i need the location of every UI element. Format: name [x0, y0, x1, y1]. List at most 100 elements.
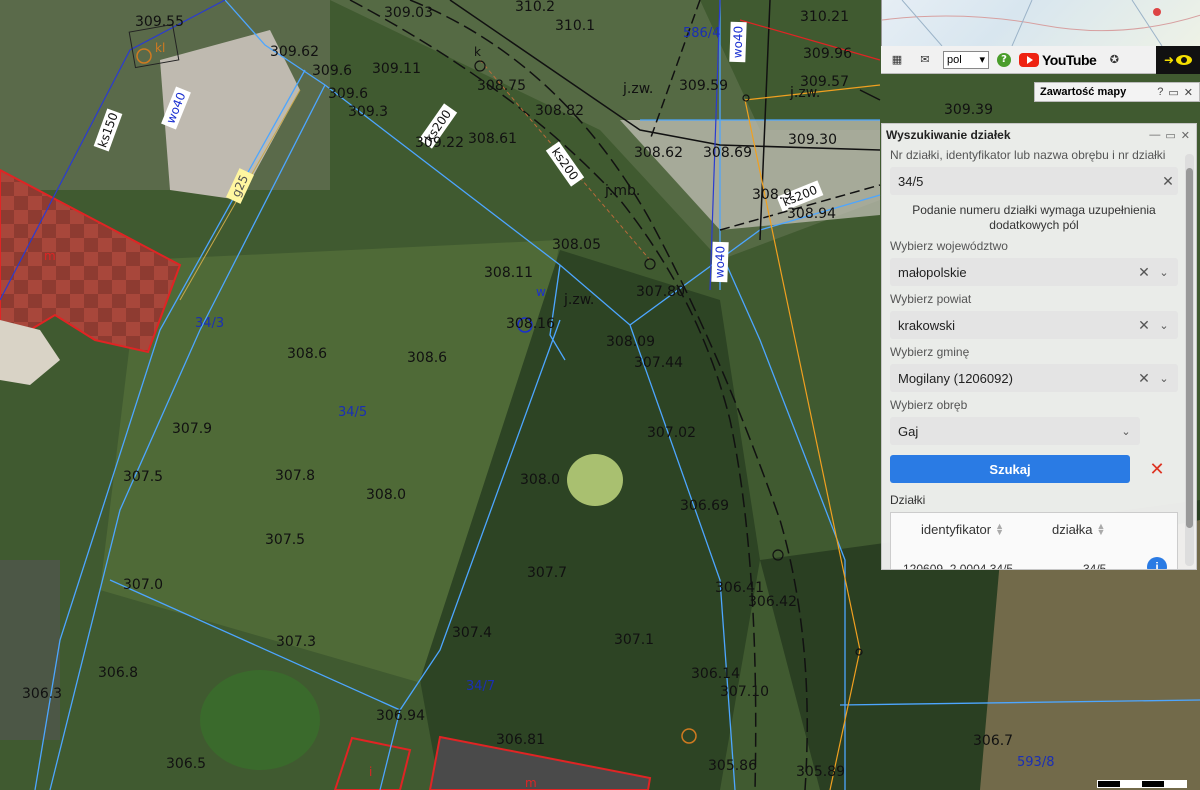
- search-input-value: 34/5: [898, 173, 924, 189]
- county-select[interactable]: krakowski ✕ ⌄: [890, 311, 1178, 339]
- elevation-label: 308.09: [606, 334, 655, 350]
- chevron-down-icon[interactable]: ⌄: [1154, 372, 1178, 385]
- help-icon[interactable]: ?: [1157, 86, 1163, 99]
- help-icon[interactable]: ?: [997, 52, 1011, 67]
- clear-selection-icon[interactable]: ✕: [1134, 317, 1154, 334]
- precinct-select[interactable]: Gaj ⌄: [890, 417, 1140, 445]
- elevation-label: 310.1: [555, 18, 595, 34]
- elevation-label: 309.3: [348, 104, 388, 120]
- parcel-number-label[interactable]: 34/7: [466, 679, 495, 694]
- overview-minimap[interactable]: [881, 0, 1200, 46]
- voivodeship-select[interactable]: małopolskie ✕ ⌄: [890, 258, 1178, 286]
- row-parcel: 34/5: [1083, 562, 1107, 570]
- panel-scrollbar[interactable]: [1185, 154, 1194, 566]
- elevation-label: 307.8: [275, 468, 315, 484]
- sms-icon[interactable]: ✉: [915, 51, 935, 69]
- scrollbar-thumb[interactable]: [1186, 168, 1193, 528]
- commune-label: Wybierz gminę: [890, 345, 970, 359]
- calculator-icon[interactable]: ▦: [887, 51, 907, 69]
- accessibility-icon[interactable]: ✪: [1104, 51, 1124, 69]
- elevation-label: 305.86: [708, 758, 757, 774]
- label-jmb: j.mb.: [604, 183, 640, 199]
- row-identifier: 120609_2.0004.34/5: [903, 562, 1014, 570]
- chevron-down-icon[interactable]: ⌄: [1154, 266, 1178, 279]
- elevation-label: 309.59: [679, 78, 728, 94]
- elevation-label: 308.11: [484, 265, 533, 281]
- parcel-number-label[interactable]: 593/8: [1017, 755, 1054, 770]
- info-icon[interactable]: i: [1147, 557, 1167, 569]
- eye-icon: [1176, 55, 1193, 65]
- close-icon[interactable]: ✕: [1181, 129, 1190, 142]
- elevation-label: 307.0: [123, 577, 163, 593]
- chevron-down-icon[interactable]: ⌄: [1154, 319, 1178, 332]
- minimize-icon[interactable]: —: [1149, 129, 1160, 142]
- elevation-label: 309.96: [803, 46, 852, 62]
- close-icon[interactable]: ✕: [1184, 86, 1193, 99]
- clear-selection-icon[interactable]: ✕: [1134, 370, 1154, 387]
- arrow-right-icon: ➜: [1163, 53, 1175, 67]
- elevation-label: 307.1: [614, 632, 654, 648]
- precinct-label: Wybierz obręb: [890, 398, 968, 412]
- parcel-number-label[interactable]: 586/4: [683, 26, 720, 41]
- label-jzw: j.zw.: [563, 292, 594, 308]
- panel-header[interactable]: Wyszukiwanie działek — ▭ ✕: [882, 124, 1196, 146]
- elevation-label: 306.3: [22, 686, 62, 702]
- minimap-location-marker: [1153, 8, 1161, 16]
- parcel-number-label[interactable]: 34/3: [195, 316, 224, 331]
- elevation-label: 308.94: [787, 206, 836, 222]
- clear-form-button[interactable]: ✕: [1142, 455, 1172, 483]
- column-header-parcel[interactable]: działka ▲ ▼: [1052, 522, 1105, 537]
- shrub: [567, 454, 623, 506]
- youtube-label: YouTube: [1042, 51, 1097, 68]
- elevation-label: 307.3: [276, 634, 316, 650]
- precinct-value: Gaj: [898, 423, 919, 439]
- elevation-label: 309.62: [270, 44, 319, 60]
- search-label: Nr działki, identyfikator lub nazwa obrę…: [890, 148, 1166, 162]
- map-contents-panel-header[interactable]: Zawartość mapy ? ▭ ✕: [1034, 82, 1200, 102]
- elevation-label: 306.81: [496, 732, 545, 748]
- youtube-link[interactable]: YouTube: [1019, 51, 1097, 68]
- elevation-label: 308.9: [752, 187, 792, 203]
- elevation-label: 307.4: [452, 625, 492, 641]
- table-row[interactable]: 120609_2.0004.34/5 34/5 i: [891, 557, 1177, 570]
- elevation-label: 307.10: [720, 684, 769, 700]
- elevation-label: 308.16: [506, 316, 555, 332]
- elevation-label: 309.11: [372, 61, 421, 77]
- elevation-label: 308.62: [634, 145, 683, 161]
- clear-input-icon[interactable]: ✕: [1158, 173, 1178, 190]
- youtube-icon: [1019, 52, 1039, 67]
- language-select[interactable]: pol ▾: [943, 50, 989, 69]
- commune-select[interactable]: Mogilany (1206092) ✕ ⌄: [890, 364, 1178, 392]
- language-value: pol: [947, 53, 962, 66]
- label-kl: kl: [155, 41, 165, 55]
- map-toolbar: ▦ ✉ pol ▾ ? YouTube ✪ ➜: [881, 46, 1200, 74]
- parcel-number-label[interactable]: 34/5: [338, 405, 367, 420]
- elevation-label: 308.69: [703, 145, 752, 161]
- elevation-label: 305.89: [796, 764, 845, 780]
- scale-bar: [1097, 780, 1187, 788]
- elevation-label: 307.44: [634, 355, 683, 371]
- elevation-label: 308.6: [287, 346, 327, 362]
- elevation-label: 308.75: [477, 78, 526, 94]
- parcel-search-input[interactable]: 34/5 ✕: [890, 167, 1178, 195]
- elevation-label: 308.6: [407, 350, 447, 366]
- search-button[interactable]: Szukaj: [890, 455, 1130, 483]
- elevation-label: 306.7: [973, 733, 1013, 749]
- elevation-label: 306.94: [376, 708, 425, 724]
- chevron-down-icon[interactable]: ⌄: [1116, 425, 1140, 438]
- elevation-label: 309.6: [312, 63, 352, 79]
- elevation-label: 309.57: [800, 74, 849, 90]
- elevation-label: 307.02: [647, 425, 696, 441]
- restore-icon[interactable]: ▭: [1168, 86, 1178, 99]
- elevation-label: 310.21: [800, 9, 849, 25]
- label-wo40: wo40: [730, 26, 745, 59]
- clear-selection-icon[interactable]: ✕: [1134, 264, 1154, 281]
- column-header-identifier[interactable]: identyfikator ▲ ▼: [921, 522, 1004, 537]
- shed-roof: [0, 560, 60, 740]
- required-fields-note: Podanie numeru działki wymaga uzupełnien…: [912, 203, 1156, 232]
- minimap-lines: [882, 0, 1200, 46]
- elevation-label: 308.61: [468, 131, 517, 147]
- elevation-label: 309.6: [328, 86, 368, 102]
- restore-icon[interactable]: ▭: [1165, 129, 1175, 142]
- visibility-toggle-button[interactable]: ➜: [1156, 46, 1200, 74]
